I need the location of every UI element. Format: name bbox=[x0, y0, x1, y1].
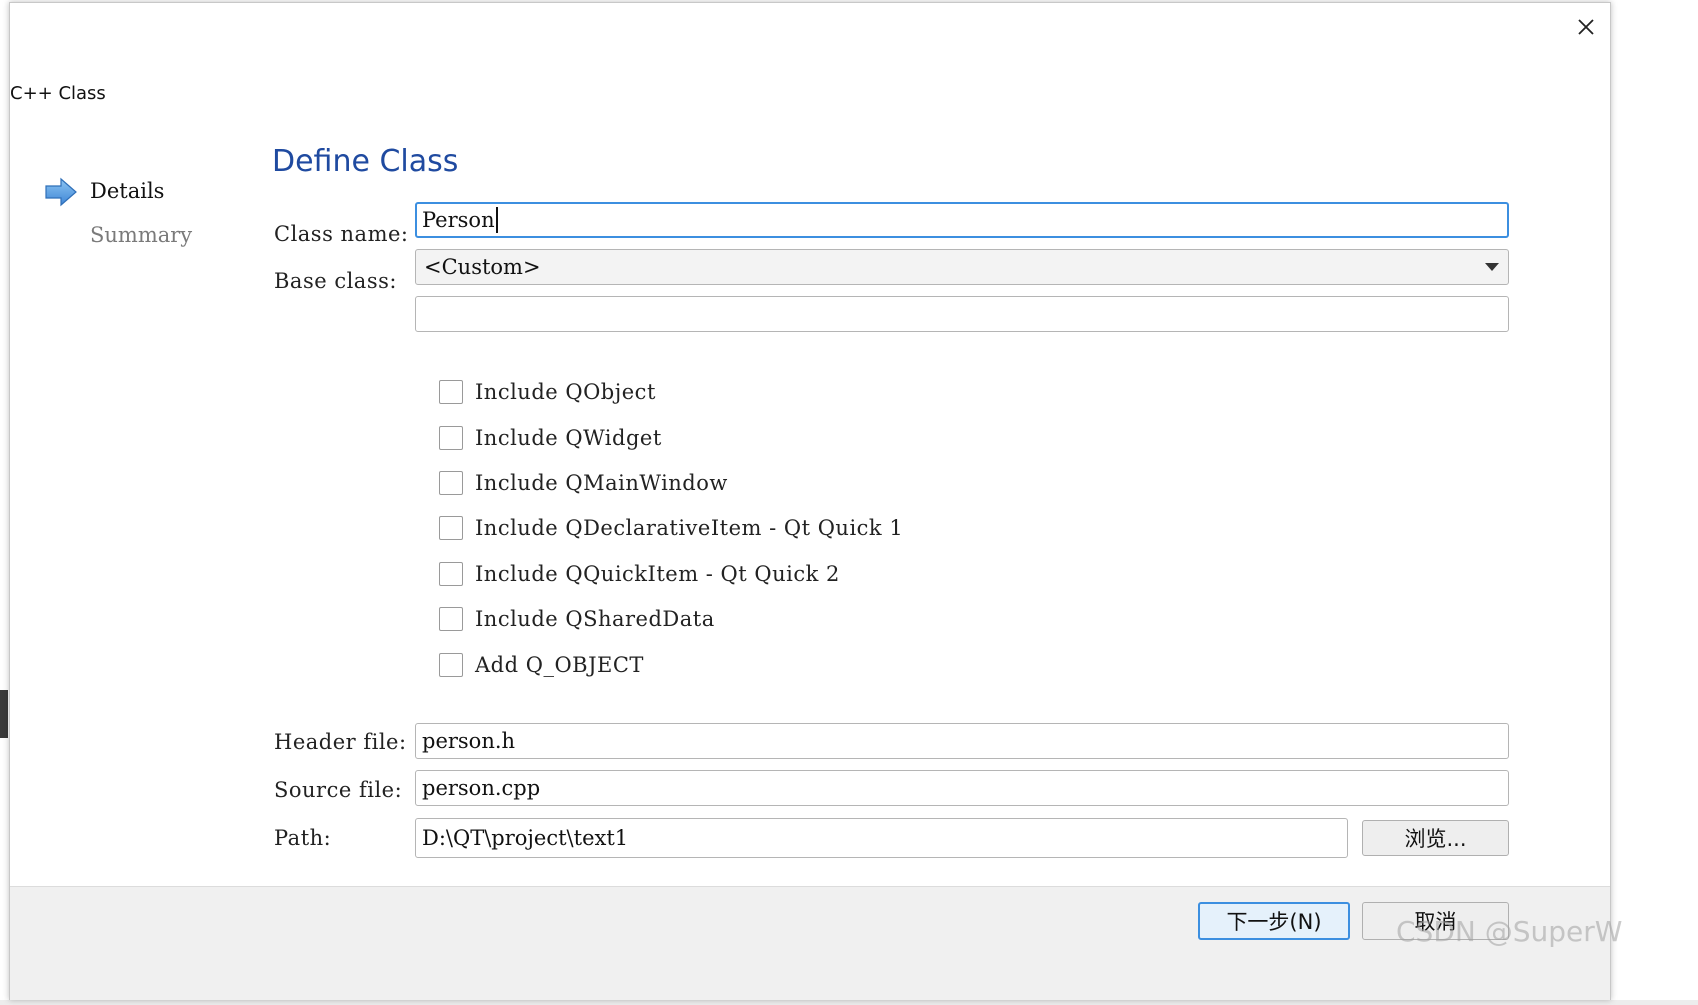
base-class-label: Base class: bbox=[274, 269, 397, 293]
include-qshareddata-checkbox[interactable]: Include QSharedData bbox=[439, 607, 715, 631]
arrow-right-icon bbox=[45, 177, 77, 207]
header-file-value: person.h bbox=[422, 729, 516, 753]
checkbox-box[interactable] bbox=[439, 471, 463, 495]
base-class-value: <Custom> bbox=[424, 255, 541, 279]
class-name-label: Class name: bbox=[274, 222, 409, 246]
source-file-label: Source file: bbox=[274, 778, 403, 802]
watermark-text: CSDN @SuperW bbox=[1396, 915, 1623, 948]
class-name-input[interactable]: Person bbox=[415, 202, 1509, 238]
checkbox-label: Add Q_OBJECT bbox=[475, 653, 644, 677]
header-file-input[interactable]: person.h bbox=[415, 723, 1509, 759]
window-title: C++ Class bbox=[10, 83, 106, 104]
text-caret bbox=[495, 207, 498, 233]
checkbox-box[interactable] bbox=[439, 516, 463, 540]
include-qdeclarativeitem-checkbox[interactable]: Include QDeclarativeItem - Qt Quick 1 bbox=[439, 516, 903, 540]
checkbox-label: Include QWidget bbox=[475, 426, 662, 450]
checkbox-box[interactable] bbox=[439, 653, 463, 677]
browse-button[interactable]: 浏览... bbox=[1362, 820, 1509, 856]
checkbox-label: Include QDeclarativeItem - Qt Quick 1 bbox=[475, 516, 904, 540]
page-title: Define Class bbox=[272, 144, 459, 179]
close-button[interactable] bbox=[1570, 11, 1602, 43]
close-icon bbox=[1578, 19, 1594, 35]
path-label: Path: bbox=[274, 826, 332, 850]
include-qquickitem-checkbox[interactable]: Include QQuickItem - Qt Quick 2 bbox=[439, 562, 840, 586]
browse-button-label: 浏览... bbox=[1404, 827, 1467, 851]
checkbox-label: Include QQuickItem - Qt Quick 2 bbox=[475, 562, 840, 586]
chevron-down-icon bbox=[1485, 263, 1499, 271]
wizard-step-summary: Summary bbox=[90, 223, 193, 247]
base-class-select[interactable]: <Custom> bbox=[415, 249, 1509, 285]
checkbox-box[interactable] bbox=[439, 562, 463, 586]
include-qobject-checkbox[interactable]: Include QObject bbox=[439, 380, 656, 404]
source-file-value: person.cpp bbox=[422, 776, 541, 800]
include-qmainwindow-checkbox[interactable]: Include QMainWindow bbox=[439, 471, 728, 495]
header-file-label: Header file: bbox=[274, 730, 407, 754]
wizard-step-details: Details bbox=[90, 179, 165, 203]
background-strip bbox=[0, 1000, 1698, 1005]
checkbox-label: Include QSharedData bbox=[475, 607, 715, 631]
include-qwidget-checkbox[interactable]: Include QWidget bbox=[439, 426, 662, 450]
custom-base-class-input[interactable] bbox=[415, 296, 1509, 332]
checkbox-box[interactable] bbox=[439, 607, 463, 631]
background-window-edge bbox=[0, 690, 8, 738]
class-name-value: Person bbox=[422, 208, 495, 232]
add-q-object-checkbox[interactable]: Add Q_OBJECT bbox=[439, 653, 644, 677]
checkbox-label: Include QObject bbox=[475, 380, 656, 404]
path-input[interactable]: D:\QT\project\text1 bbox=[415, 818, 1348, 858]
dialog-footer: 下一步(N) 取消 bbox=[10, 886, 1610, 1000]
next-button-label: 下一步(N) bbox=[1226, 910, 1322, 934]
new-class-dialog: C++ Class Details Summary Define Class C… bbox=[9, 2, 1611, 1000]
path-value: D:\QT\project\text1 bbox=[422, 826, 629, 850]
next-button[interactable]: 下一步(N) bbox=[1198, 902, 1350, 940]
checkbox-box[interactable] bbox=[439, 426, 463, 450]
checkbox-box[interactable] bbox=[439, 380, 463, 404]
checkbox-label: Include QMainWindow bbox=[475, 471, 728, 495]
source-file-input[interactable]: person.cpp bbox=[415, 770, 1509, 806]
